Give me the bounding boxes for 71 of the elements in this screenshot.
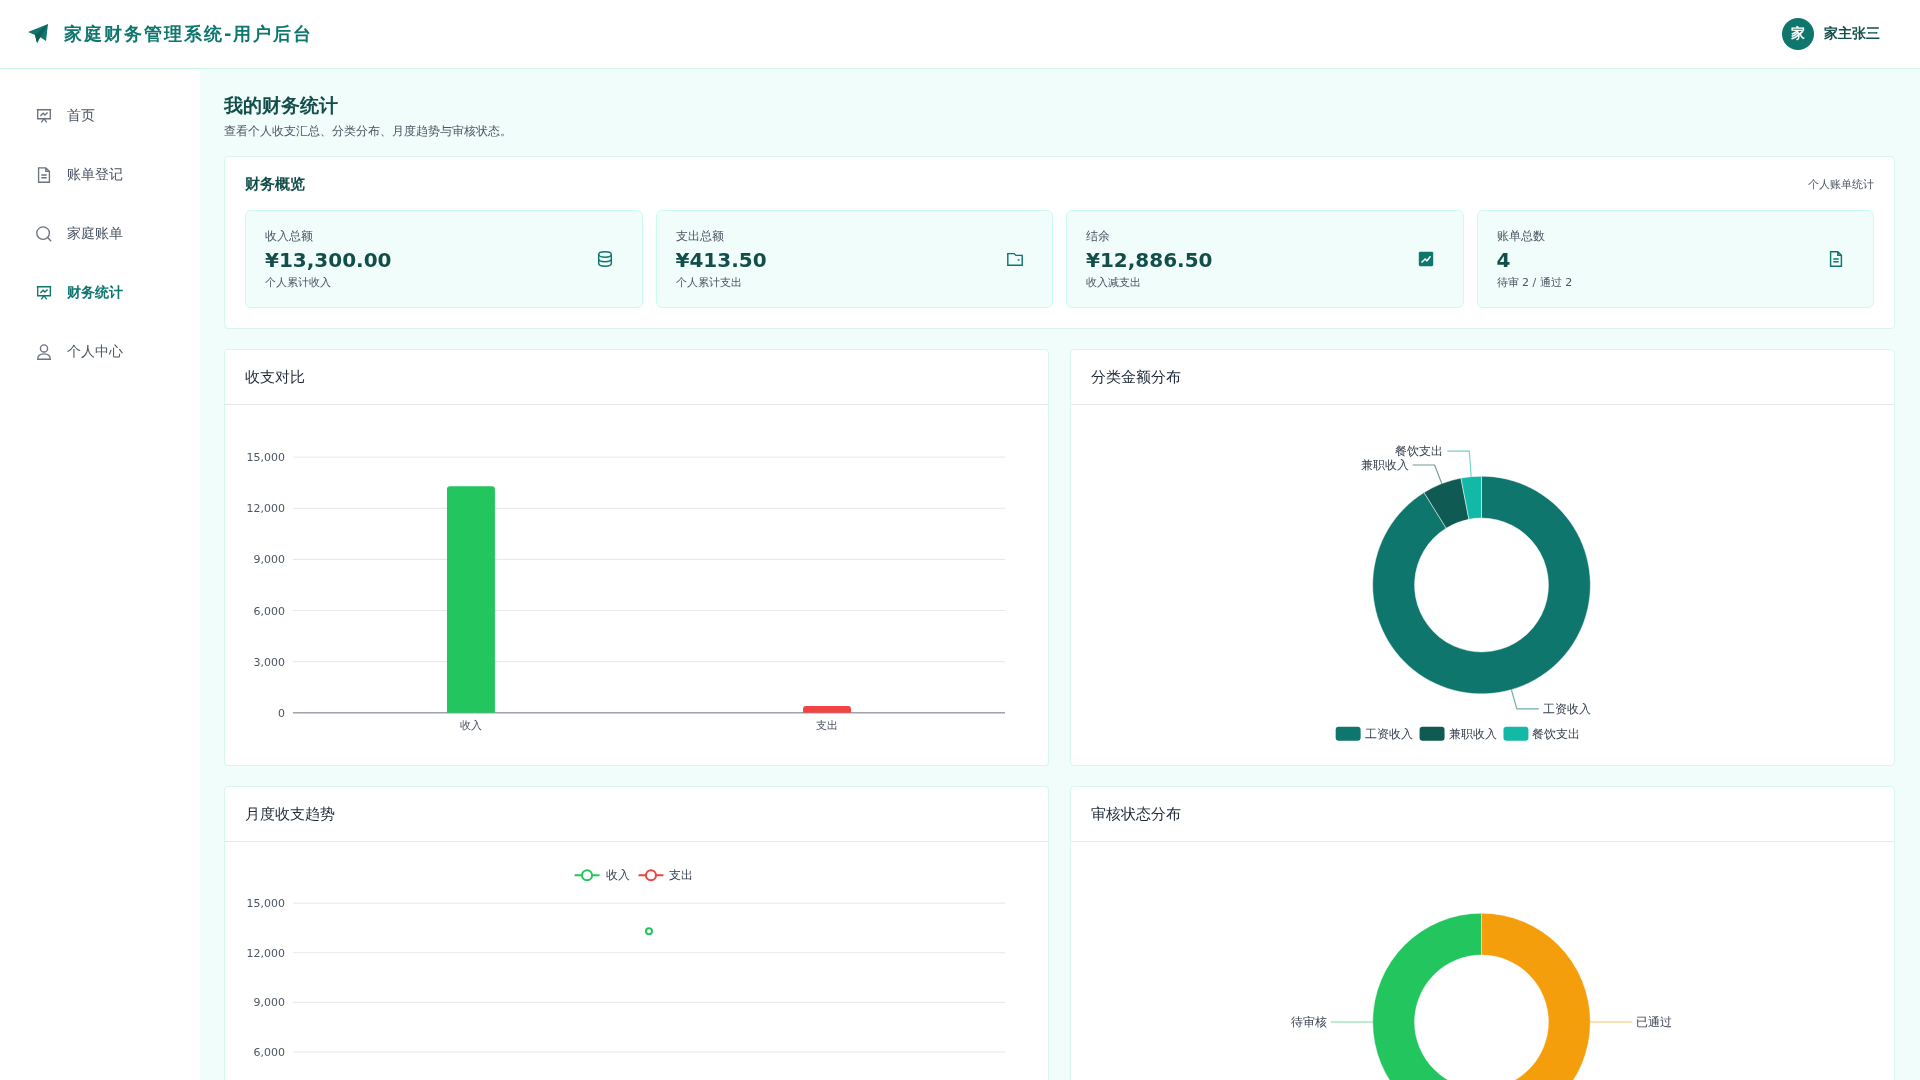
panel-title: 财务概览: [245, 175, 305, 194]
axis-label: 15,000: [246, 451, 285, 465]
slice-label: 餐饮支出: [1395, 444, 1444, 458]
chart-title: 分类金额分布: [1091, 367, 1181, 387]
chart-title: 收支对比: [245, 367, 305, 387]
chart-title: 审核状态分布: [1091, 804, 1181, 824]
legend-label: 工资收入: [1364, 726, 1413, 741]
axis-label: 9,000: [253, 996, 285, 1010]
leader-line: [1412, 464, 1443, 485]
user-avatar[interactable]: 家: [1782, 18, 1814, 50]
stat-label: 账单总数: [1496, 228, 1546, 245]
leader-line: [1446, 450, 1472, 478]
sidebar-item[interactable]: 家庭账单: [0, 217, 200, 251]
stat-value: ¥13,300.00: [265, 248, 392, 272]
legend-label: 收入: [605, 868, 630, 883]
legend-item[interactable]: 工资收入: [1335, 726, 1413, 741]
bar: [803, 706, 851, 713]
document-icon: [35, 166, 53, 184]
axis-label: 9,000: [253, 553, 285, 567]
page-title: 我的财务统计: [224, 93, 339, 118]
legend-label: 餐饮支出: [1532, 726, 1581, 741]
legend-item[interactable]: 收入: [573, 868, 630, 883]
user-name[interactable]: 家主张三: [1824, 25, 1880, 43]
stat-label: 支出总额: [675, 228, 725, 245]
axis-label: 3,000: [253, 655, 285, 669]
stat-label: 收入总额: [265, 228, 314, 245]
leader-line: [1589, 1021, 1633, 1023]
slice-label: 工资收入: [1542, 701, 1591, 716]
chart-icon: [1416, 250, 1435, 268]
chart-title: 月度收支趋势: [245, 804, 335, 824]
legend-item[interactable]: 支出: [637, 868, 694, 883]
sidebar-item[interactable]: 首页: [0, 99, 200, 133]
sidebar-item[interactable]: 账单登记: [0, 158, 200, 192]
axis-label: 6,000: [253, 1045, 285, 1059]
sidebar-item[interactable]: 个人中心: [0, 335, 200, 369]
panel-note: 个人账单统计: [1808, 177, 1874, 192]
sidebar-item[interactable]: 财务统计: [0, 276, 200, 310]
data-point: [645, 927, 653, 936]
axis-label: 12,000: [246, 502, 285, 516]
app-title: 家庭财务管理系统-用户后台: [64, 22, 314, 46]
leader-line: [1510, 689, 1540, 710]
stat-note: 个人累计收入: [265, 275, 332, 290]
axis-label: 15,000: [246, 897, 285, 911]
legend-item[interactable]: 餐饮支出: [1503, 726, 1581, 741]
category-label: 支出: [816, 718, 838, 732]
user-icon: [35, 343, 53, 361]
stat-value: 4: [1496, 248, 1512, 272]
legend-label: 支出: [669, 868, 694, 883]
document-icon: [1827, 250, 1845, 268]
stat-value: ¥12,886.50: [1086, 248, 1213, 272]
stat-note: 待审 2 / 通过 2: [1496, 275, 1573, 290]
presentation-board-icon: [35, 284, 53, 302]
slice-label: 兼职收入: [1360, 458, 1409, 472]
presentation-board-icon: [35, 107, 53, 125]
legend-label: 兼职收入: [1448, 726, 1497, 741]
category-label: 收入: [459, 718, 482, 732]
stat-note: 个人累计支出: [675, 275, 743, 290]
coins-icon: [595, 250, 614, 268]
stat-note: 收入减支出: [1086, 275, 1142, 290]
page-subtitle: 查看个人收支汇总、分类分布、月度趋势与审核状态。: [224, 123, 513, 140]
slice-label: 待审核: [1290, 1015, 1327, 1029]
search-icon: [35, 225, 53, 243]
stat-value: ¥413.50: [675, 248, 767, 272]
stat-label: 结余: [1086, 228, 1111, 245]
axis-label: 12,000: [246, 946, 285, 960]
axis-label: 6,000: [253, 604, 285, 618]
legend-item[interactable]: 兼职收入: [1419, 726, 1497, 741]
leader-line: [1330, 1021, 1374, 1023]
wallet-icon: [1006, 250, 1024, 268]
axis-label: 0: [277, 706, 285, 720]
slice-label: 已通过: [1636, 1015, 1673, 1029]
